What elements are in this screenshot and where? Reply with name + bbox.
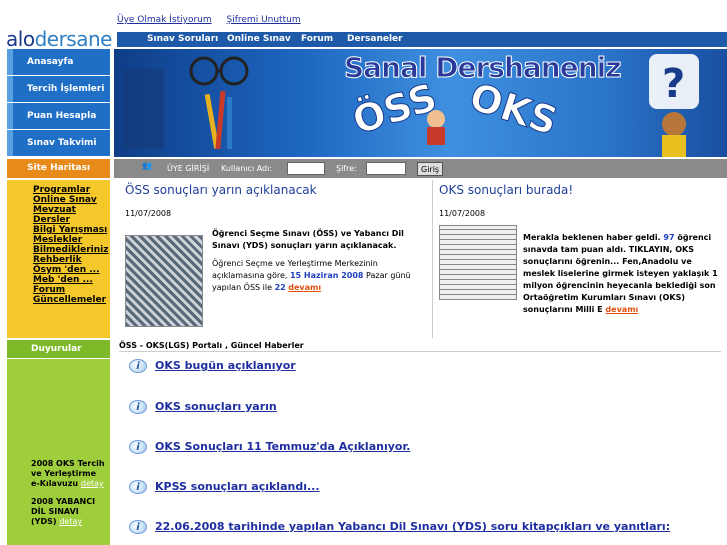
announcement-item: 2008 YABANCI DİL SINAVI (YDS) detay (31, 497, 96, 526)
sitemap-link[interactable]: Güncellemeler (33, 295, 110, 305)
headline-item[interactable]: i 22.06.2008 tarihinde yapılan Yabancı Di… (129, 520, 670, 534)
headline-item[interactable]: i OKS bugün açıklanıyor (129, 359, 296, 373)
nav-dersaneler[interactable]: Dersaneler (347, 34, 403, 44)
glasses-icon (189, 56, 249, 86)
sitemap-link[interactable]: Ösym 'den ... (33, 265, 110, 275)
headline-item[interactable]: i OKS sonuçları yarın (129, 400, 277, 414)
sitemap-header: Site Haritası (7, 159, 110, 178)
sitemap-link[interactable]: Dersler (33, 215, 110, 225)
sitemap-link[interactable]: Mevzuat (33, 205, 110, 215)
news-lead: Öğrenci Seçme Sınavı (ÖSS) ve Yabancı Di… (212, 229, 404, 250)
announcements-panel: 2008 OKS Tercih ve Yerleştirme e-Kılavuz… (7, 359, 110, 545)
sitemap-link[interactable]: Rehberlik (33, 255, 110, 265)
sitemap-link[interactable]: Programlar (33, 185, 110, 195)
answer-sheet-photo (439, 225, 517, 300)
news-body: Öğrenci Seçme ve Yerleştirme Merkezinin … (212, 259, 411, 292)
sitemap-link[interactable]: Bilmedikleriniz (33, 245, 110, 255)
news-title[interactable]: ÖSS sonuçları yarın açıklanacak (125, 183, 425, 197)
pencils-icon (124, 69, 232, 150)
headline-item[interactable]: i OKS Sonuçları 11 Temmuz'da Açıklanıyor. (129, 440, 410, 454)
info-icon: i (129, 359, 147, 373)
nav-sinav-sorulari[interactable]: Sınav Soruları (147, 34, 218, 44)
headline-item[interactable]: i KPSS sonuçları açıklandı... (129, 480, 320, 494)
login-bar: 👥 ÜYE GİRİŞİ Kullanıcı Adı: Şifre: Giriş (114, 159, 727, 178)
info-icon: i (129, 440, 147, 454)
sitemap-links: Programlar Online Sınav Mevzuat Dersler … (7, 180, 110, 338)
mascot-icon: ? (649, 54, 699, 157)
column-divider (432, 180, 433, 338)
news-title[interactable]: OKS sonuçları burada! (439, 183, 721, 197)
news-date: 11/07/2008 (125, 209, 172, 218)
username-label: Kullanıcı Adı: (221, 164, 273, 173)
sitemap-link[interactable]: Bilgi Yarışması (33, 225, 110, 235)
users-icon: 👥 (142, 161, 152, 170)
info-icon: i (129, 520, 147, 534)
announcements-header: Duyurular (7, 340, 110, 358)
section-title: ÖSS - OKS(LGS) Portalı , Güncel Haberler (119, 341, 721, 352)
password-label: Şifre: (336, 164, 357, 173)
sidebar-item-tercih[interactable]: Tercih İşlemleri (7, 76, 110, 102)
exam-hall-photo (125, 235, 203, 327)
news-body: Merakla beklenen haber geldi. 97 öğrenci… (523, 233, 718, 314)
header-banner: ? Sanal Dershaneniz ÖSS OKS (114, 49, 727, 157)
nav-forum[interactable]: Forum (301, 34, 333, 44)
read-more-link[interactable]: devamı (288, 283, 321, 292)
sitemap-link[interactable]: Forum (33, 285, 110, 295)
svg-text:?: ? (662, 61, 685, 107)
news-date: 11/07/2008 (439, 209, 486, 218)
sidebar-item-anasayfa[interactable]: Anasayfa (7, 49, 110, 75)
news-item-oks: OKS sonuçları burada! 11/07/2008 Merakla… (439, 183, 721, 316)
forgot-password-link[interactable]: Şifremi Unuttum (227, 15, 301, 25)
logo-part-2: dersane (34, 27, 113, 51)
announcement-detail-link[interactable]: detay (81, 479, 104, 488)
announcement-detail-link[interactable]: detay (59, 517, 82, 526)
news-item-oss: ÖSS sonuçları yarın açıklanacak 11/07/20… (125, 183, 425, 327)
top-nav: Sınav Soruları Online Sınav Forum Dersan… (117, 32, 727, 47)
sidebar: Anasayfa Tercih İşlemleri Puan Hesapla S… (7, 49, 110, 157)
logo-part-1: alo (6, 27, 35, 51)
top-links: Üye Olmak İstiyorum Şifremi Unuttum (117, 15, 313, 25)
info-icon: i (129, 400, 147, 414)
nav-online-sinav[interactable]: Online Sınav (227, 34, 291, 44)
read-more-link[interactable]: devamı (605, 305, 638, 314)
sitemap-link[interactable]: Meslekler (33, 235, 110, 245)
password-input[interactable] (366, 162, 406, 175)
sidebar-item-puan[interactable]: Puan Hesapla (7, 103, 110, 129)
sitemap-link[interactable]: Online Sınav (33, 195, 110, 205)
register-link[interactable]: Üye Olmak İstiyorum (117, 15, 212, 25)
announcement-item: 2008 OKS Tercih ve Yerleştirme e-Kılavuz… (31, 459, 105, 488)
site-logo[interactable]: alodersane (6, 27, 112, 51)
username-input[interactable] (287, 162, 325, 175)
sitemap-link[interactable]: Meb 'den ... (33, 275, 110, 285)
login-button[interactable]: Giriş (417, 162, 444, 176)
sidebar-item-takvim[interactable]: Sınav Takvimi (7, 130, 110, 156)
info-icon: i (129, 480, 147, 494)
login-title: ÜYE GİRİŞİ (167, 164, 210, 173)
